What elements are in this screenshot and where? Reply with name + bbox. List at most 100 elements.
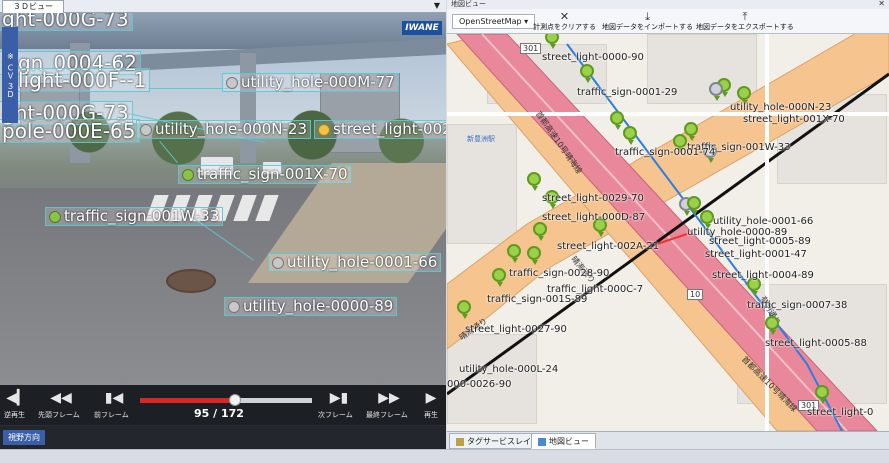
close-icon[interactable]: ✕: [878, 0, 885, 8]
map-feature-label[interactable]: traffic_sign-0001-74: [615, 147, 715, 158]
leader-line: [159, 141, 178, 164]
view-direction-bar: 視野方向: [0, 426, 446, 449]
reverse-play-caption: 逆再生: [4, 411, 25, 419]
map-tabbar: タグサービスレイヤー 地図ビュー: [447, 431, 889, 449]
tag-label-utility-hole[interactable]: utility_hole-000M-77: [222, 73, 399, 92]
tab-map-view[interactable]: 地図ビュー: [531, 433, 596, 449]
clear-points-label: 計測点をクリアする: [533, 23, 596, 31]
map-feature-label[interactable]: street_light-0004-89: [712, 270, 814, 281]
map-feature-label[interactable]: street_light-0005-88: [765, 338, 867, 349]
map-feature-label[interactable]: traffic_sign-0028-90: [509, 268, 609, 279]
map-canvas[interactable]: 首都高速10号晴海線 首都高速10号晴海線 晴海通り 晴海通り 有明通り 新豊洲…: [447, 34, 889, 431]
map-feature-label[interactable]: street_light-002A-21: [557, 241, 659, 252]
route-shield: 301: [520, 43, 542, 54]
tag-label-utility-hole[interactable]: utility_hole-0000-89: [224, 297, 398, 316]
3d-view-pane: ３Ｄビュー ▼ ght-000G-73 sign_0004-62 light-0…: [0, 0, 446, 449]
map-marker[interactable]: [623, 126, 637, 145]
map-marker[interactable]: [673, 134, 687, 153]
map-toolbar: OpenStreetMap ▾ ✕ 計測点をクリアする ⤓ 地図データをインポー…: [447, 9, 889, 34]
map-feature-label[interactable]: street_light-0005-89: [709, 236, 811, 247]
map-marker[interactable]: [684, 122, 698, 141]
map-view-title: 地図ビュー: [451, 0, 486, 8]
side-tag[interactable]: ※ ＣＶ ３Ｄ: [2, 27, 18, 123]
prev-frame-caption: 前フレーム: [94, 411, 129, 419]
map-feature-label[interactable]: utility_hole-0001-66: [713, 216, 813, 227]
first-frame-button[interactable]: ◀◀: [50, 389, 72, 407]
tag-label[interactable]: ght-000G-73: [0, 13, 133, 31]
map-marker[interactable]: [765, 316, 779, 335]
map-view-titlebar: 地図ビュー ✕: [447, 0, 889, 9]
map-feature-label[interactable]: street_light-0027-90: [465, 324, 567, 335]
next-frame-caption: 次フレーム: [318, 411, 353, 419]
pane-menu-icon[interactable]: ▼: [434, 1, 440, 10]
frame-slider-fill: [140, 398, 235, 403]
map-feature-label[interactable]: 000-0026-90: [447, 379, 511, 390]
map-icon: [538, 437, 546, 446]
frame-slider[interactable]: [140, 394, 312, 406]
traffic-sign-icon: [49, 210, 61, 223]
tag-label-traffic-sign[interactable]: traffic_sign-001W-33: [45, 207, 224, 226]
leader-line: [148, 88, 228, 89]
import-map-button[interactable]: ⤓ 地図データをインポートする: [602, 11, 693, 32]
map-marker[interactable]: [709, 82, 723, 101]
clear-points-button[interactable]: ✕ 計測点をクリアする: [533, 11, 596, 32]
map-marker[interactable]: [457, 300, 471, 319]
last-frame-button[interactable]: ▶▶: [378, 389, 400, 407]
map-feature-label[interactable]: traffic_sign-001S-89: [487, 294, 587, 305]
tag-label[interactable]: light-000F--1: [14, 68, 151, 92]
map-marker[interactable]: [492, 268, 506, 287]
traffic-sign-icon: [182, 168, 194, 181]
import-map-label: 地図データをインポートする: [602, 23, 693, 31]
import-icon: ⤓: [645, 10, 650, 23]
tab-label: 地図ビュー: [549, 437, 589, 446]
play-button[interactable]: ▶: [420, 389, 442, 407]
map-feature-label[interactable]: street_light-0029-70: [542, 193, 644, 204]
utility-hole-icon: [226, 76, 238, 89]
map-marker[interactable]: [815, 385, 829, 404]
map-marker[interactable]: [507, 244, 521, 263]
map-feature-label[interactable]: street_light-000D-87: [542, 212, 645, 223]
frame-counter: 95 / 172: [194, 407, 244, 420]
utility-hole-icon: [272, 256, 284, 269]
basemap-select[interactable]: OpenStreetMap ▾: [452, 14, 536, 29]
utility-hole-icon: [140, 123, 152, 136]
street-panorama[interactable]: ght-000G-73 sign_0004-62 light-000F--1 u…: [0, 13, 446, 385]
map-marker[interactable]: [700, 210, 714, 229]
tag-label-street-light[interactable]: street_light-002: [314, 120, 446, 139]
map-feature-label[interactable]: traffic_sign-0001-29: [577, 87, 677, 98]
export-icon: ⤒: [742, 10, 748, 23]
route-shield: 10: [687, 289, 704, 300]
map-marker[interactable]: [737, 86, 751, 105]
next-frame-button[interactable]: ▶▮: [328, 389, 350, 407]
layer-icon: [456, 437, 464, 446]
station-label: 新豊洲駅: [467, 135, 495, 143]
frame-slider-thumb[interactable]: [228, 394, 241, 406]
playback-controls: ◀▎ ◀◀ ▮◀ ▶▮ ▶▶ ▶ 逆再生 先頭フレーム 前フレーム 次フレーム …: [0, 385, 446, 425]
map-marker[interactable]: [610, 111, 624, 130]
map-marker[interactable]: [527, 172, 541, 191]
map-marker[interactable]: [687, 196, 701, 215]
map-feature-label[interactable]: utility_hole-000N-23: [730, 102, 831, 113]
tag-label-traffic-sign[interactable]: traffic_sign-001X-70: [178, 165, 352, 184]
map-feature-label[interactable]: street_light-0001-47: [705, 249, 807, 260]
reverse-play-button[interactable]: ◀▎: [6, 389, 28, 407]
map-feature-label[interactable]: street_light-0000-90: [542, 52, 644, 63]
brand-logo: IWANE: [402, 21, 442, 35]
tag-label-utility-hole[interactable]: utility_hole-0001-66: [268, 253, 442, 272]
tab-3d-view[interactable]: ３Ｄビュー: [2, 0, 64, 13]
map-marker[interactable]: [527, 246, 541, 265]
export-map-button[interactable]: ⤒ 地図データをエクスポートする: [696, 11, 794, 32]
3d-view-titlebar: ３Ｄビュー ▼: [0, 0, 446, 13]
map-feature-label[interactable]: traffic_sign-0007-38: [747, 300, 847, 311]
map-feature-label[interactable]: street_light-0: [807, 407, 873, 418]
tag-label-utility-hole[interactable]: utility_hole-000N-23: [136, 120, 311, 139]
map-feature-label[interactable]: utility_hole-000L-24: [459, 364, 558, 375]
street-light-icon: [318, 123, 330, 136]
map-marker[interactable]: [533, 222, 547, 241]
prev-frame-button[interactable]: ▮◀: [103, 389, 125, 407]
view-direction-button[interactable]: 視野方向: [3, 430, 45, 445]
tag-label[interactable]: pole-000E-65: [0, 119, 140, 143]
map-feature-label[interactable]: street_light-001X-70: [743, 114, 845, 125]
play-caption: 再生: [424, 411, 438, 419]
map-marker[interactable]: [580, 64, 594, 83]
